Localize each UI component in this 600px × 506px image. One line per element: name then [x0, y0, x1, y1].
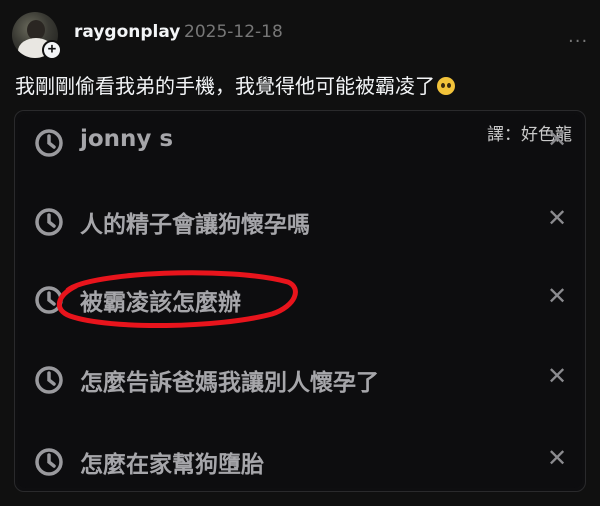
follow-plus-icon[interactable]: + [42, 40, 62, 60]
remove-history-icon[interactable]: ✕ [542, 203, 572, 233]
history-item-text: 人的精子會讓狗懷孕嗎 [80, 212, 310, 238]
history-clock-icon [35, 208, 63, 236]
remove-history-icon[interactable]: ✕ [542, 124, 572, 154]
post-text-body: 我剛剛偷看我弟的手機，我覺得他可能被霸凌了 [15, 74, 435, 98]
history-item[interactable]: 人的精子會讓狗懷孕嗎 ✕ [18, 201, 585, 241]
history-item[interactable]: 怎麼在家幫狗墮胎 ✕ [18, 441, 585, 481]
history-clock-icon [35, 366, 63, 394]
search-history-panel: 譯：好色龍 jonny s ✕ 人的精子會讓狗懷孕嗎 ✕ 被霸凌該怎麼辦 ✕ 怎… [18, 114, 582, 488]
history-item-text: jonny s [80, 126, 174, 152]
history-clock-icon [35, 129, 63, 157]
history-item-text: 怎麼告訴爸媽我讓別人懷孕了 [80, 370, 379, 396]
worried-face-emoji-icon [437, 77, 455, 95]
remove-history-icon[interactable]: ✕ [542, 443, 572, 473]
history-item[interactable]: jonny s ✕ [18, 122, 585, 162]
post-text: 我剛剛偷看我弟的手機，我覺得他可能被霸凌了 [15, 70, 455, 99]
more-options-icon[interactable]: ... [568, 26, 588, 47]
remove-history-icon[interactable]: ✕ [542, 361, 572, 391]
history-item[interactable]: 被霸凌該怎麼辦 ✕ [18, 279, 585, 319]
history-item[interactable]: 怎麼告訴爸媽我讓別人懷孕了 ✕ [18, 359, 585, 399]
embedded-screenshot[interactable]: 譯：好色龍 jonny s ✕ 人的精子會讓狗懷孕嗎 ✕ 被霸凌該怎麼辦 ✕ 怎… [14, 110, 586, 492]
remove-history-icon[interactable]: ✕ [542, 281, 572, 311]
avatar-head [27, 20, 45, 40]
post-date: 2025-12-18 [184, 22, 283, 42]
history-clock-icon [35, 448, 63, 476]
history-clock-icon [35, 286, 63, 314]
history-item-text: 被霸凌該怎麼辦 [80, 290, 241, 316]
history-item-text: 怎麼在家幫狗墮胎 [80, 452, 264, 478]
username[interactable]: raygonplay [74, 22, 180, 42]
